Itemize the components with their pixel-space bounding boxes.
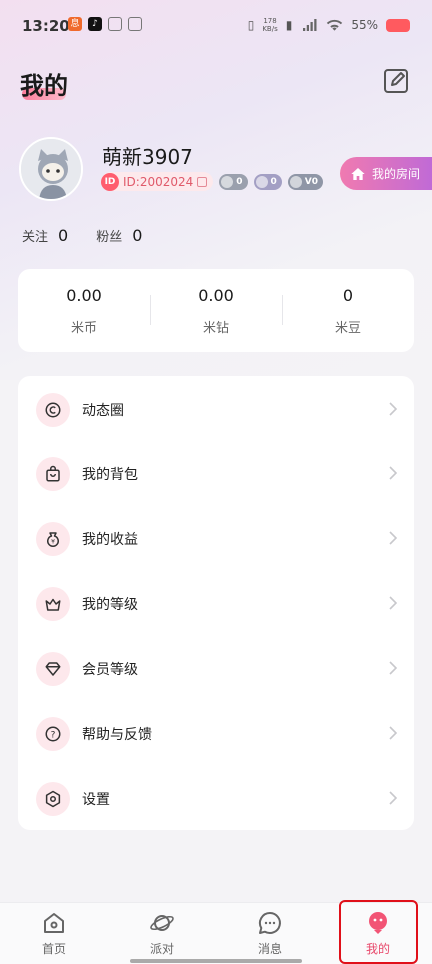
edit-icon: [384, 69, 408, 93]
page-title: 我的: [20, 72, 68, 100]
house-icon: [351, 167, 365, 180]
vip-level-badge: V0: [287, 173, 324, 190]
nav-home[interactable]: 首页: [0, 903, 108, 964]
tiktok-icon: ♪: [88, 17, 102, 31]
help-icon: ?: [36, 716, 70, 751]
message-icon: [258, 911, 281, 934]
status-right: ▯ 178 KB/s ▮ 55%: [248, 16, 410, 34]
menu-item-earnings[interactable]: ¥ 我的收益: [18, 506, 414, 571]
social-stats: 关注 0 粉丝 0: [22, 226, 170, 245]
chevron-right-icon: [389, 466, 398, 480]
notification-app-icon: 息: [68, 17, 82, 31]
svg-text:¥: ¥: [51, 538, 55, 545]
edit-profile-button[interactable]: [382, 67, 410, 95]
nickname: 萌新3907: [102, 145, 193, 169]
nav-messages[interactable]: 消息: [216, 903, 324, 964]
menu-item-moments[interactable]: 动态圈: [18, 377, 414, 442]
following-count[interactable]: 0: [58, 226, 68, 245]
fans-count[interactable]: 0: [132, 226, 142, 245]
nav-label: 首页: [41, 942, 66, 956]
user-id-chip[interactable]: ID ID:2002024: [101, 172, 214, 191]
wallet-label: 米币: [70, 320, 97, 336]
menu-card: 动态圈 我的背包 ¥ 我的收益 我的等级 会员等级 ? 帮助与反馈 设置: [18, 376, 414, 830]
user-id: ID:2002024: [123, 174, 194, 189]
id-badge: ID: [101, 172, 119, 191]
avatar[interactable]: [19, 137, 83, 201]
save-icon: [128, 17, 142, 31]
net-speed: 178 KB/s: [262, 17, 278, 33]
menu-item-my-level[interactable]: 我的等级: [18, 571, 414, 636]
chevron-right-icon: [389, 596, 398, 610]
status-app-icons: 息 ♪: [68, 17, 142, 31]
menu-label: 动态圈: [82, 402, 124, 419]
charm-icon: [255, 175, 268, 188]
chevron-right-icon: [389, 531, 398, 545]
earnings-icon: ¥: [36, 521, 70, 556]
wallet-value: 0.00: [198, 285, 234, 305]
wallet-label: 米豆: [334, 320, 361, 336]
menu-item-vip-level[interactable]: 会员等级: [18, 636, 414, 701]
menu-label: 设置: [82, 791, 110, 808]
status-bar: 13:20 息 ♪ ▯ 178 KB/s ▮ 55%: [0, 0, 432, 50]
my-room-button[interactable]: 我的房间: [340, 157, 432, 190]
shield-icon: [221, 175, 234, 188]
diamond-icon: [36, 651, 70, 686]
battery-percent: 55%: [351, 18, 378, 32]
crown-icon: [36, 586, 70, 621]
wifi-icon: [327, 19, 343, 31]
sync-icon: [108, 17, 122, 31]
moments-icon: [36, 392, 70, 427]
wallet-label: 米钻: [202, 320, 229, 336]
home-icon: [44, 913, 64, 933]
my-room-label: 我的房间: [372, 167, 421, 181]
wallet-item-mizuan[interactable]: 0.00 米钻: [150, 269, 282, 352]
wallet-item-mibi[interactable]: 0.00 米币: [18, 269, 150, 352]
home-indicator: [130, 959, 302, 963]
nav-label: 派对: [149, 942, 174, 956]
vibrate-icon: ▯: [247, 18, 255, 32]
menu-item-settings[interactable]: 设置: [18, 766, 414, 831]
chevron-right-icon: [389, 661, 398, 675]
nav-label: 消息: [257, 942, 282, 956]
copy-icon[interactable]: [197, 176, 208, 187]
id-row: ID ID:2002024 0 0 V0: [101, 172, 324, 191]
following-label[interactable]: 关注: [22, 226, 48, 245]
menu-label: 我的等级: [82, 596, 138, 613]
nav-party[interactable]: 派对: [108, 903, 216, 964]
battery-icon: [386, 18, 410, 32]
menu-label: 我的收益: [82, 531, 138, 548]
menu-label: 帮助与反馈: [82, 726, 152, 743]
svg-text:?: ?: [51, 730, 56, 740]
vip-icon: [289, 175, 302, 188]
backpack-icon: [36, 456, 70, 491]
wallet-card: 0.00 米币 0.00 米钻 0 米豆: [18, 269, 414, 352]
planet-icon: [150, 915, 174, 931]
wallet-value: 0.00: [66, 285, 102, 305]
chevron-right-icon: [389, 791, 398, 805]
menu-item-backpack[interactable]: 我的背包: [18, 441, 414, 506]
wallet-item-midou[interactable]: 0 米豆: [282, 269, 414, 352]
charm-level-badge: 0: [253, 173, 282, 190]
sim-icon: ▮: [285, 18, 293, 32]
signal-icon: [303, 19, 317, 31]
fans-label[interactable]: 粉丝: [96, 226, 122, 245]
active-tab-highlight: [339, 900, 418, 964]
chevron-right-icon: [389, 726, 398, 740]
settings-icon: [36, 781, 70, 816]
menu-label: 会员等级: [82, 661, 138, 678]
chevron-right-icon: [389, 402, 398, 416]
wealth-level-badge: 0: [219, 173, 248, 190]
menu-item-help[interactable]: ? 帮助与反馈: [18, 701, 414, 766]
wallet-value: 0: [342, 285, 354, 305]
menu-label: 我的背包: [82, 466, 138, 483]
status-time: 13:20: [22, 17, 70, 35]
